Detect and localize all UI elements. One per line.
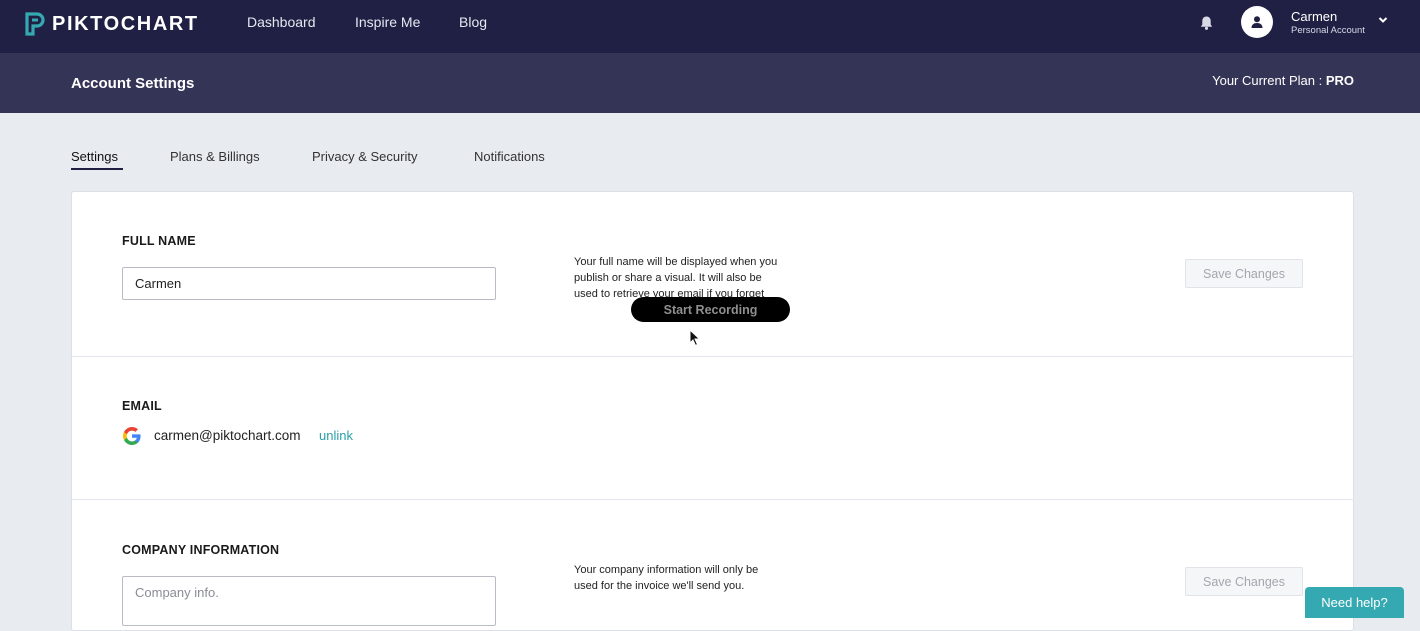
- section-divider: [71, 499, 1354, 500]
- save-company-info-button[interactable]: Save Changes: [1185, 567, 1303, 596]
- account-settings-header: Account Settings Your Current Plan : PRO: [0, 53, 1420, 113]
- nav-link-inspire-me[interactable]: Inspire Me: [355, 14, 420, 30]
- top-navigation: PIKTOCHART Dashboard Inspire Me Blog Car…: [0, 0, 1420, 53]
- current-plan-label: Your Current Plan :: [1212, 73, 1323, 88]
- nav-link-dashboard[interactable]: Dashboard: [247, 14, 316, 30]
- mouse-cursor-icon: [689, 329, 701, 347]
- tab-privacy-security[interactable]: Privacy & Security: [312, 149, 417, 164]
- section-divider: [71, 356, 1354, 357]
- chevron-down-icon[interactable]: [1378, 16, 1388, 24]
- brand-name: PIKTOCHART: [52, 12, 199, 35]
- full-name-input[interactable]: [122, 267, 496, 300]
- email-label: EMAIL: [122, 399, 162, 413]
- nav-link-blog[interactable]: Blog: [459, 14, 487, 30]
- piktochart-logo[interactable]: PIKTOCHART: [24, 12, 199, 36]
- piktochart-logo-icon: [25, 12, 45, 36]
- bell-icon[interactable]: [1199, 15, 1214, 31]
- tab-notifications[interactable]: Notifications: [474, 149, 545, 164]
- start-recording-button[interactable]: Start Recording: [631, 297, 790, 322]
- current-plan: Your Current Plan : PRO: [1212, 73, 1354, 88]
- active-tab-indicator: [71, 168, 123, 170]
- tab-plans-billings[interactable]: Plans & Billings: [170, 149, 260, 164]
- tab-settings[interactable]: Settings: [71, 149, 118, 164]
- save-full-name-button[interactable]: Save Changes: [1185, 259, 1303, 288]
- google-icon: [123, 427, 141, 445]
- company-info-input[interactable]: [122, 576, 496, 626]
- company-info-help: Your company information will only be us…: [574, 564, 759, 592]
- user-name[interactable]: Carmen: [1291, 9, 1337, 24]
- unlink-google-link[interactable]: unlink: [319, 428, 353, 443]
- company-information-label: COMPANY INFORMATION: [122, 543, 280, 557]
- full-name-help: Your full name will be displayed when yo…: [574, 256, 778, 300]
- need-help-button[interactable]: Need help?: [1305, 587, 1404, 618]
- avatar[interactable]: [1241, 6, 1273, 38]
- user-account-type: Personal Account: [1291, 25, 1365, 36]
- full-name-label: FULL NAME: [122, 234, 196, 248]
- page-title: Account Settings: [71, 75, 195, 92]
- current-plan-value: PRO: [1325, 73, 1354, 88]
- email-value: carmen@piktochart.com: [154, 428, 301, 443]
- user-icon: [1251, 16, 1263, 28]
